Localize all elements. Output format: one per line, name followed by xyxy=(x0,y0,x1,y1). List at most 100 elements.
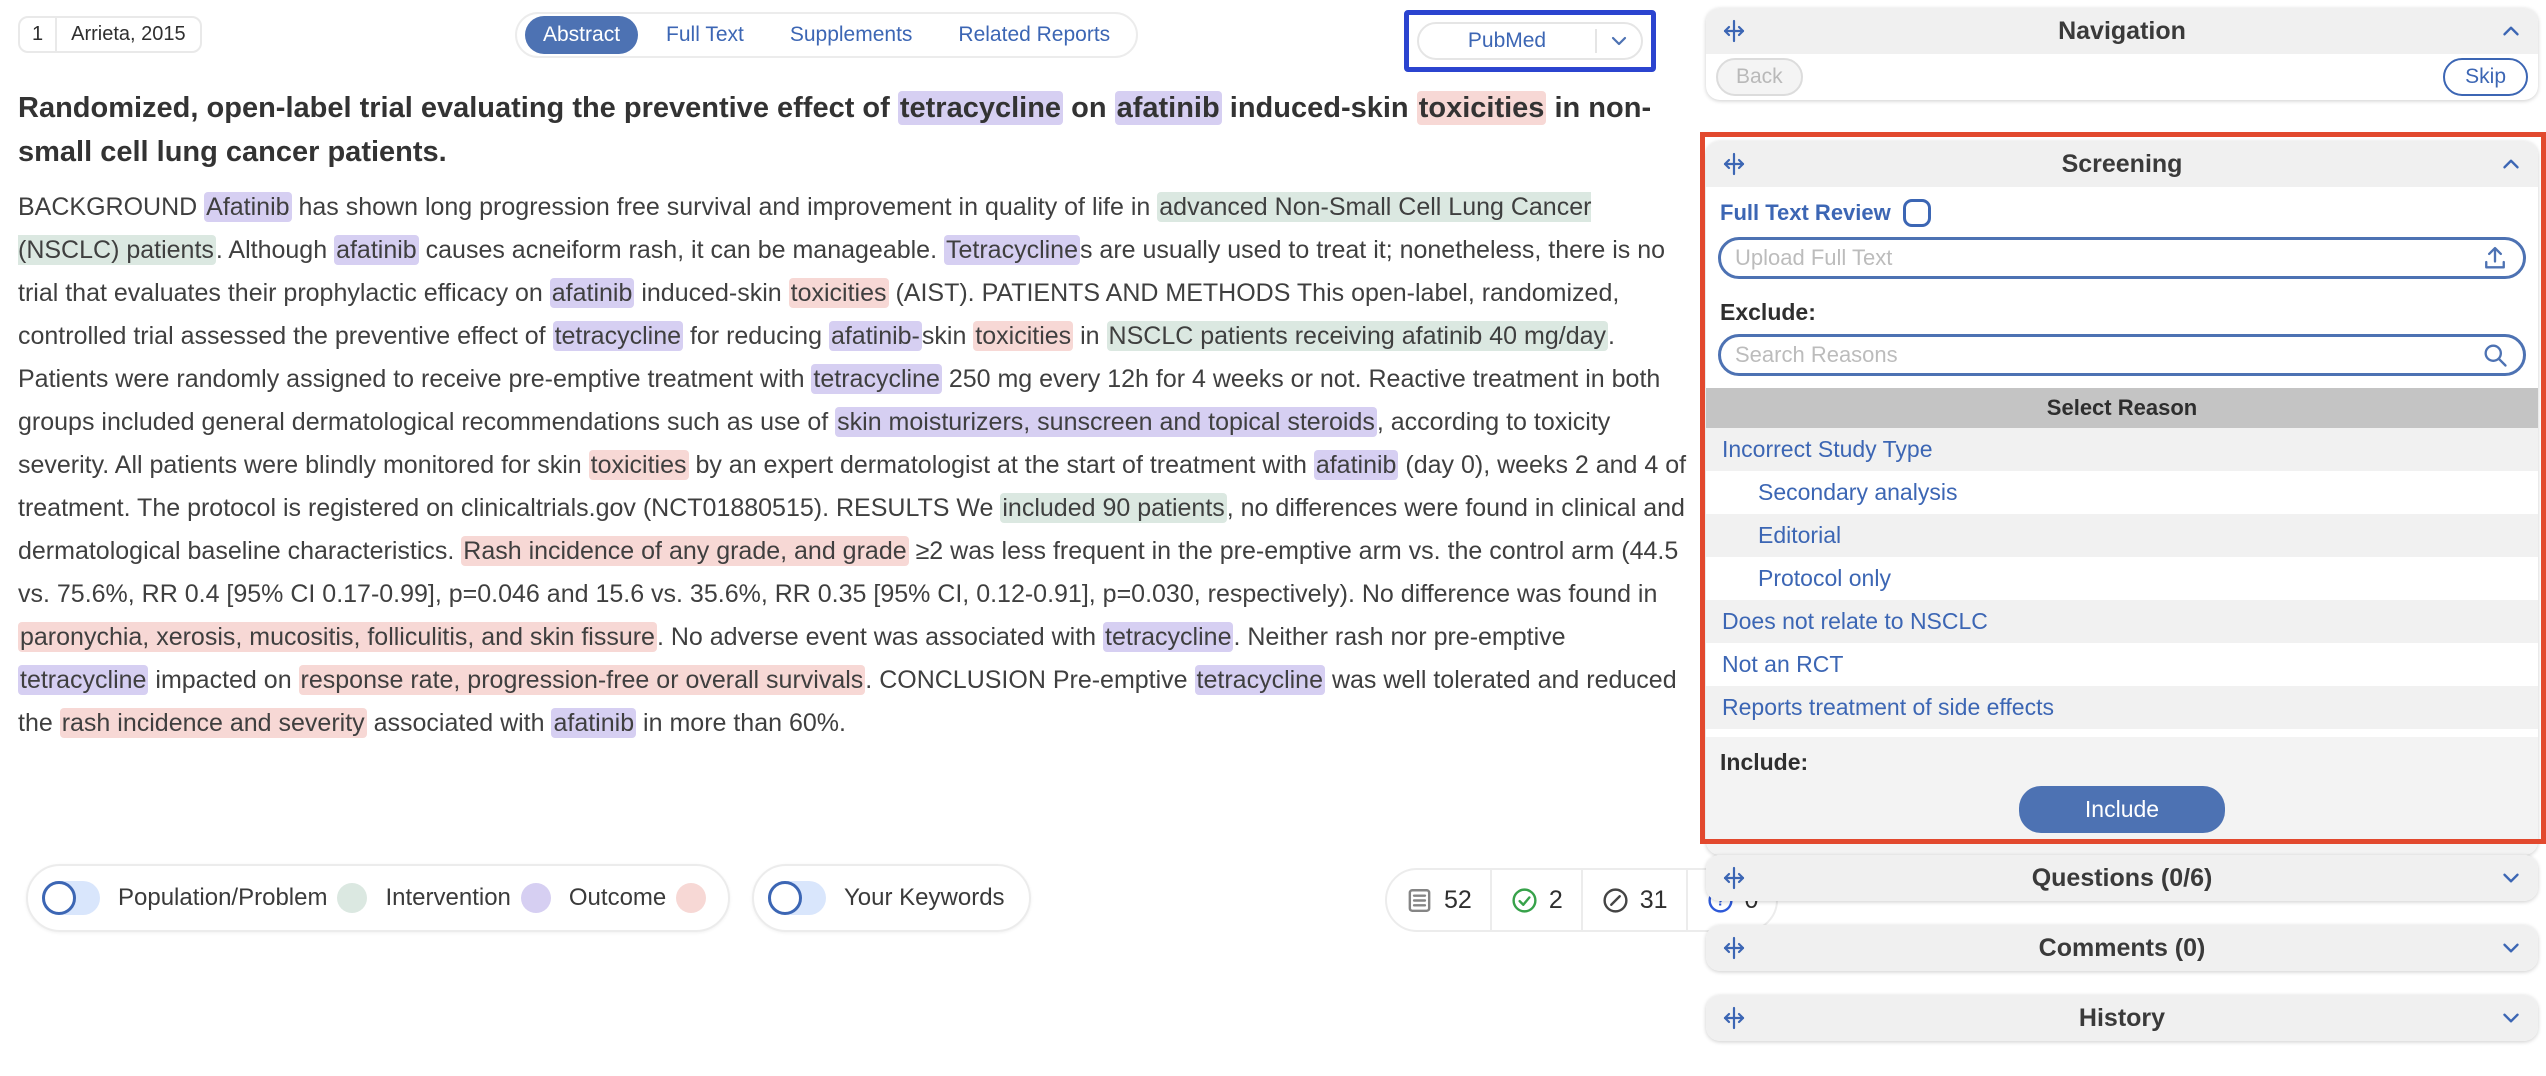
stat-value: 31 xyxy=(1640,886,1668,915)
select-reason-header: Select Reason xyxy=(1706,388,2538,428)
highlight-intervention: tetracycline xyxy=(1195,665,1325,695)
exclude-reason-not-an-rct[interactable]: Not an RCT xyxy=(1706,643,2538,686)
comments-header[interactable]: Comments (0) xyxy=(1706,925,2538,971)
exclude-reason-reports-treatment-of-side-effects[interactable]: Reports treatment of side effects xyxy=(1706,686,2538,729)
full-text-review-checkbox[interactable] xyxy=(1903,199,1931,227)
full-text-review-row: Full Text Review xyxy=(1706,187,2538,231)
abstract-body: BACKGROUND Afatinib has shown long progr… xyxy=(18,186,1696,745)
exclude-label: Exclude: xyxy=(1706,291,2538,328)
chevron-down-icon[interactable] xyxy=(2498,1005,2524,1031)
section-title: Questions (0/6) xyxy=(1706,864,2538,893)
text-segment: impacted on xyxy=(148,666,298,694)
search-reasons-input[interactable] xyxy=(1735,342,2481,368)
legend-outcome: Outcome xyxy=(569,883,706,913)
resize-handle-icon[interactable] xyxy=(1720,934,1748,962)
upload-full-text-input[interactable] xyxy=(1735,245,2481,271)
chevron-down-icon[interactable] xyxy=(2498,865,2524,891)
legend-population-problem: Population/Problem xyxy=(118,883,367,913)
text-segment: on xyxy=(1063,92,1115,124)
text-segment: . No adverse event was associated with xyxy=(657,623,1103,651)
text-segment: induced-skin xyxy=(634,279,788,307)
legend-label: Outcome xyxy=(569,884,666,912)
highlight-intervention: afatinib xyxy=(1115,91,1222,125)
highlight-intervention: Tetracycline xyxy=(944,235,1080,265)
history-section: History xyxy=(1706,995,2538,1041)
skip-button[interactable]: Skip xyxy=(2443,58,2528,96)
section-title: Comments (0) xyxy=(1706,934,2538,963)
section-title: Screening xyxy=(1706,150,2538,179)
keyword-legend-groups: Population/Problem Intervention Outcome xyxy=(118,883,706,913)
exclude-circle-icon xyxy=(1601,886,1630,915)
highlight-intervention: afatinib xyxy=(550,278,635,308)
exclude-reason-does-not-relate-to-nsclc[interactable]: Does not relate to NSCLC xyxy=(1706,600,2538,643)
chevron-down-icon[interactable] xyxy=(2498,935,2524,961)
upload-full-text-field[interactable] xyxy=(1718,237,2526,279)
color-swatch xyxy=(676,883,706,913)
search-icon[interactable] xyxy=(2481,341,2509,369)
text-segment: . CONCLUSION Pre-emptive xyxy=(865,666,1194,694)
resize-handle-icon[interactable] xyxy=(1720,150,1748,178)
highlight-intervention: afatinib- xyxy=(829,321,922,351)
resize-handle-icon[interactable] xyxy=(1720,1004,1748,1032)
tab-related-reports[interactable]: Related Reports xyxy=(940,16,1128,54)
text-segment: induced-skin xyxy=(1222,92,1417,124)
highlight-intervention: Afatinib xyxy=(204,192,291,222)
tab-supplements[interactable]: Supplements xyxy=(772,16,931,54)
highlight-outcome: Rash incidence of any grade, and grade xyxy=(461,536,908,566)
text-segment: . Neither rash nor pre-emptive xyxy=(1233,623,1565,651)
chevron-up-icon[interactable] xyxy=(2498,151,2524,177)
color-swatch xyxy=(521,883,551,913)
exclude-reason-incorrect-study-type[interactable]: Incorrect Study Type xyxy=(1706,428,2538,471)
your-keywords-toggle[interactable] xyxy=(768,881,826,915)
include-button[interactable]: Include xyxy=(2019,786,2225,833)
chevron-up-icon[interactable] xyxy=(2498,18,2524,44)
screening-header[interactable]: Screening xyxy=(1706,141,2538,187)
resize-handle-icon[interactable] xyxy=(1720,17,1748,45)
navigation-section: Navigation Back Skip xyxy=(1706,8,2538,100)
history-header[interactable]: History xyxy=(1706,995,2538,1041)
document-icon xyxy=(1405,886,1434,915)
resize-handle-icon[interactable] xyxy=(1720,864,1748,892)
back-button[interactable]: Back xyxy=(1716,58,1803,96)
highlight-outcome: rash incidence and severity xyxy=(60,708,367,738)
exclude-reason-protocol-only[interactable]: Protocol only xyxy=(1706,557,2538,600)
upload-icon[interactable] xyxy=(2481,244,2509,272)
text-segment: associated with xyxy=(367,709,552,737)
highlight-population: included 90 patients xyxy=(1000,493,1226,523)
include-label: Include: xyxy=(1706,741,2538,778)
navigation-header[interactable]: Navigation xyxy=(1706,8,2538,54)
screening-section: Screening Full Text Review Exclude: Sele… xyxy=(1706,141,2538,855)
study-number: 1 xyxy=(20,18,57,51)
legend-intervention: Intervention xyxy=(385,883,550,913)
questions-section: Questions (0/6) xyxy=(1706,855,2538,901)
keyword-legend: Population/Problem Intervention Outcome xyxy=(26,864,730,932)
chevron-down-icon[interactable] xyxy=(1595,29,1641,53)
stat-exclude-circle: 31 xyxy=(1581,870,1686,930)
source-select-focus-outline: PubMed xyxy=(1404,10,1656,72)
legend-label: Population/Problem xyxy=(118,884,327,912)
tab-abstract[interactable]: Abstract xyxy=(525,16,638,54)
text-segment: Randomized, open-label trial evaluating … xyxy=(18,92,898,124)
color-swatch xyxy=(337,883,367,913)
highlight-outcome: toxicities xyxy=(789,278,889,308)
section-title: Navigation xyxy=(1706,17,2538,46)
exclude-reason-secondary-analysis[interactable]: Secondary analysis xyxy=(1706,471,2538,514)
tab-full-text[interactable]: Full Text xyxy=(648,16,762,54)
questions-header[interactable]: Questions (0/6) xyxy=(1706,855,2538,901)
highlight-intervention: tetracycline xyxy=(553,321,683,351)
highlight-intervention: afatinib xyxy=(1314,450,1399,480)
highlight-intervention: tetracycline xyxy=(1103,622,1233,652)
stat-document: 52 xyxy=(1387,870,1490,930)
text-segment: by an expert dermatologist at the start … xyxy=(689,451,1314,479)
keyword-highlight-toggle[interactable] xyxy=(42,881,100,915)
highlight-intervention: tetracycline xyxy=(811,364,941,394)
toggle-knob xyxy=(42,881,76,915)
highlight-outcome: toxicities xyxy=(589,450,689,480)
highlight-population: NSCLC patients receiving afatinib 40 mg/… xyxy=(1107,321,1609,351)
text-segment: skin xyxy=(922,322,973,350)
highlight-intervention: skin moisturizers, sunscreen and topical… xyxy=(835,407,1377,437)
highlight-outcome: paronychia, xerosis, mucositis, follicul… xyxy=(18,622,657,652)
exclude-reason-editorial[interactable]: Editorial xyxy=(1706,514,2538,557)
search-reasons-field[interactable] xyxy=(1718,334,2526,376)
source-select[interactable]: PubMed xyxy=(1417,22,1643,60)
